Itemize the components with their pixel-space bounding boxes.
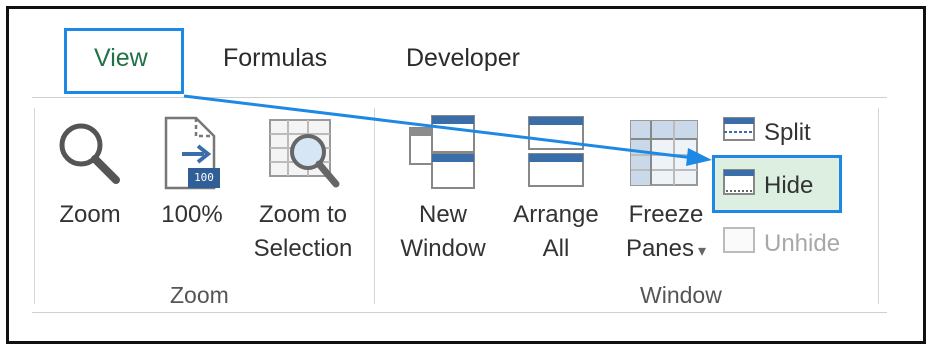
annotation-arrow [183,94,712,166]
